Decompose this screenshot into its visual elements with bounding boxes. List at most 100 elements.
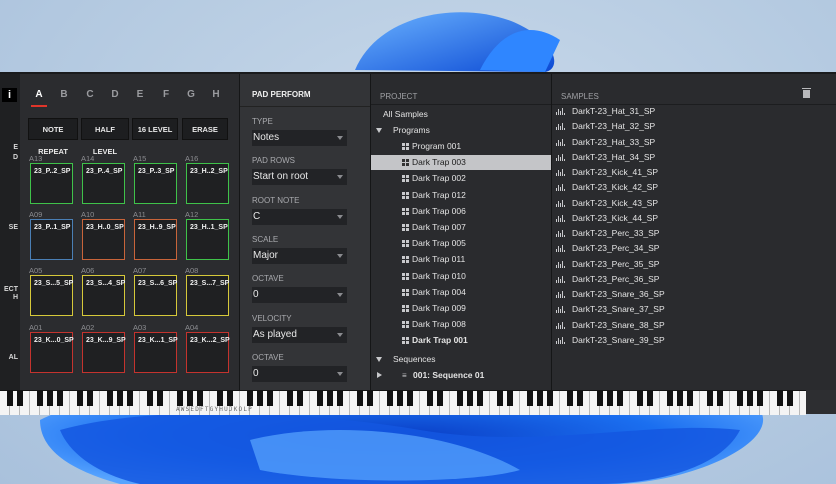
black-key[interactable] (477, 391, 483, 406)
black-key[interactable] (707, 391, 713, 406)
black-key[interactable] (147, 391, 153, 406)
field-dropdown[interactable]: Notes (252, 130, 347, 146)
black-key[interactable] (737, 391, 743, 406)
black-key[interactable] (637, 391, 643, 406)
drum-pad[interactable]: 23_S...7_SP (186, 275, 229, 316)
black-key[interactable] (47, 391, 53, 406)
black-key[interactable] (297, 391, 303, 406)
black-key[interactable] (227, 391, 233, 406)
sample-item[interactable]: DarkT-23_Kick_41_SP (552, 166, 836, 179)
black-key[interactable] (157, 391, 163, 406)
sample-item[interactable]: DarkT-23_Hat_34_SP (552, 151, 836, 164)
field-dropdown[interactable]: As played (252, 326, 347, 343)
note-repeat-button[interactable]: NOTE REPEAT (28, 118, 78, 156)
black-key[interactable] (537, 391, 543, 406)
black-key[interactable] (107, 391, 113, 406)
program-item[interactable]: Program 001 (371, 139, 551, 154)
black-key[interactable] (7, 391, 13, 406)
info-button[interactable]: i (2, 88, 17, 102)
black-key[interactable] (267, 391, 273, 406)
black-key[interactable] (77, 391, 83, 406)
sequence-item[interactable]: ≡ 001: Sequence 01 (371, 368, 551, 383)
black-key[interactable] (547, 391, 553, 406)
program-item[interactable]: Dark Trap 011 (371, 252, 551, 267)
black-key[interactable] (57, 391, 63, 406)
black-key[interactable] (597, 391, 603, 406)
black-key[interactable] (567, 391, 573, 406)
drum-pad[interactable]: 23_P..3_SP (134, 163, 177, 204)
black-key[interactable] (427, 391, 433, 406)
sample-item[interactable]: DarkT-23_Hat_33_SP (552, 136, 836, 149)
black-key[interactable] (617, 391, 623, 406)
drum-pad[interactable]: 23_K...2_SP (186, 332, 230, 373)
program-item[interactable]: Dark Trap 008 (371, 317, 551, 332)
drum-pad[interactable]: 23_H..9_SP (134, 219, 177, 260)
bank-tab-e[interactable]: E (132, 89, 148, 100)
black-key[interactable] (197, 391, 203, 406)
expand-icon[interactable] (376, 128, 382, 133)
black-key[interactable] (407, 391, 413, 406)
program-item[interactable]: Dark Trap 012 (371, 188, 551, 203)
trash-icon[interactable] (802, 88, 811, 98)
collapse-icon[interactable] (377, 372, 382, 378)
program-item[interactable]: Dark Trap 002 (371, 171, 551, 186)
sample-item[interactable]: DarkT-23_Snare_37_SP (552, 303, 836, 316)
sample-item[interactable]: DarkT-23_Perc_36_SP (552, 273, 836, 286)
drum-pad[interactable]: 23_H..0_SP (82, 219, 125, 260)
half-level-button[interactable]: HALF LEVEL (81, 118, 129, 156)
black-key[interactable] (497, 391, 503, 406)
black-key[interactable] (507, 391, 513, 406)
sample-item[interactable]: DarkT-23_Hat_32_SP (552, 120, 836, 133)
field-dropdown[interactable]: Start on root (252, 169, 347, 186)
program-item[interactable]: Dark Trap 005 (371, 236, 551, 251)
black-key[interactable] (667, 391, 673, 406)
black-key[interactable] (187, 391, 193, 406)
black-key[interactable] (317, 391, 323, 406)
black-key[interactable] (467, 391, 473, 406)
black-key[interactable] (257, 391, 263, 406)
sixteen-level-button[interactable]: 16 LEVEL (132, 118, 178, 140)
black-key[interactable] (757, 391, 763, 406)
black-key[interactable] (437, 391, 443, 406)
sample-item[interactable]: DarkT-23_Snare_39_SP (552, 334, 836, 347)
program-item[interactable]: Dark Trap 006 (371, 204, 551, 219)
sample-item[interactable]: DarkT-23_Kick_42_SP (552, 181, 836, 194)
program-item[interactable]: Dark Trap 003 (371, 155, 551, 171)
black-key[interactable] (357, 391, 363, 406)
black-key[interactable] (327, 391, 333, 406)
piano-keyboard[interactable]: AWSEDFTGYHUJKOLP (0, 390, 806, 415)
all-samples-item[interactable]: All Samples (371, 107, 551, 122)
expand-icon[interactable] (376, 357, 382, 362)
drum-pad[interactable]: 23_P..2_SP (30, 163, 73, 204)
sample-item[interactable]: DarkT-23_Snare_38_SP (552, 319, 836, 332)
program-item[interactable]: Dark Trap 007 (371, 220, 551, 235)
bank-tab-f[interactable]: F (158, 89, 174, 100)
program-item[interactable]: Dark Trap 001 (371, 333, 551, 348)
drum-pad[interactable]: 23_K...9_SP (82, 332, 126, 373)
black-key[interactable] (17, 391, 23, 406)
bank-tab-g[interactable]: G (183, 89, 199, 100)
black-key[interactable] (607, 391, 613, 406)
drum-pad[interactable]: 23_P..4_SP (82, 163, 125, 204)
field-dropdown[interactable]: C (252, 208, 347, 225)
sequences-folder[interactable]: Sequences (371, 352, 551, 367)
bank-tab-c[interactable]: C (82, 89, 98, 100)
black-key[interactable] (127, 391, 133, 406)
drum-pad[interactable]: 23_S...4_SP (82, 275, 125, 316)
black-key[interactable] (387, 391, 393, 406)
black-key[interactable] (777, 391, 783, 406)
black-key[interactable] (287, 391, 293, 406)
erase-button[interactable]: ERASE (182, 118, 228, 140)
sample-item[interactable]: DarkT-23_Perc_33_SP (552, 227, 836, 240)
field-dropdown[interactable]: Major (252, 247, 347, 264)
black-key[interactable] (217, 391, 223, 406)
bank-tab-d[interactable]: D (107, 89, 123, 100)
program-item[interactable]: Dark Trap 004 (371, 285, 551, 300)
sample-item[interactable]: DarkT-23_Perc_34_SP (552, 242, 836, 255)
black-key[interactable] (37, 391, 43, 406)
black-key[interactable] (87, 391, 93, 406)
bank-tab-a[interactable]: A (31, 89, 47, 100)
sample-item[interactable]: DarkT-23_Kick_44_SP (552, 212, 836, 225)
black-key[interactable] (687, 391, 693, 406)
program-item[interactable]: Dark Trap 010 (371, 269, 551, 284)
